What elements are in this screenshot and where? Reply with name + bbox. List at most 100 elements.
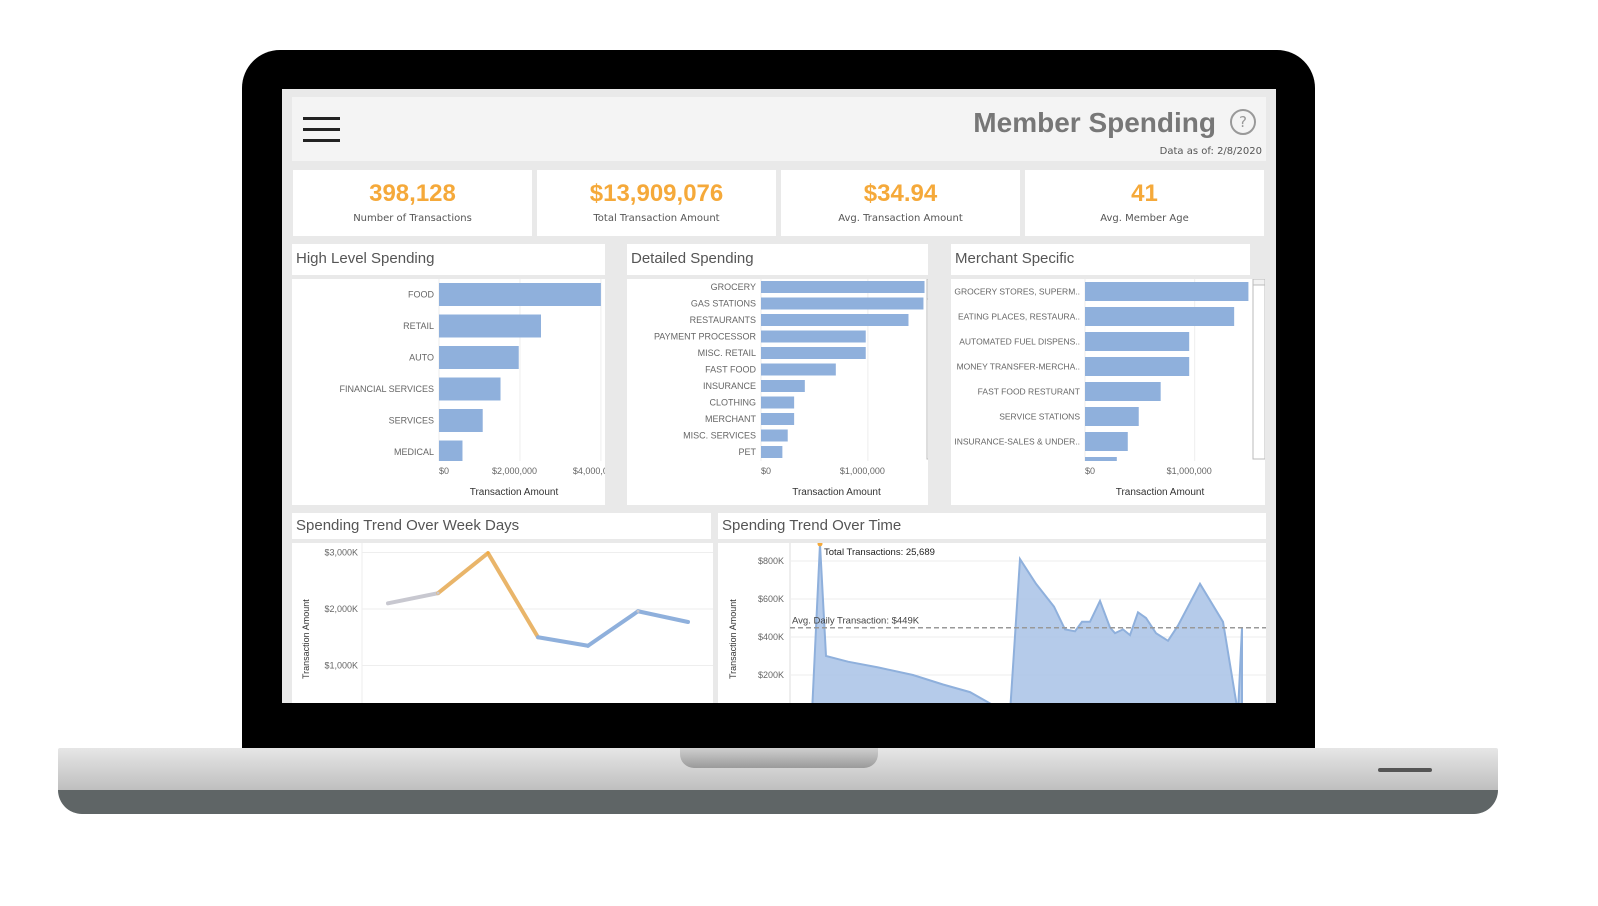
bar-money-transfer-mercha- — [1085, 357, 1190, 376]
category-label: FINANCIAL SERVICES — [339, 384, 434, 394]
category-label: FOOD — [408, 290, 434, 300]
detailed-spending-chart: $0 $1,000,000 GROCERY GAS STATIONS RESTAURAN… — [627, 279, 928, 505]
scrollbar — [926, 279, 928, 460]
data-point — [386, 601, 390, 605]
bar-eating-places-restaura- — [1085, 307, 1235, 326]
merchant-specific-chart: $0 $1,000,000 GROCERY STORES, SUPERM.. EATI… — [951, 279, 1265, 505]
panel-week-header: Spending Trend Over Week Days — [292, 513, 711, 539]
axis-background — [951, 461, 1265, 505]
category-label: PET — [738, 447, 756, 457]
y-tick-label: $2,000K — [324, 604, 358, 614]
y-tick-label: $1,000K — [324, 661, 358, 671]
x-tick-label: $1,000,000 — [840, 466, 885, 476]
bar-gas-stations — [761, 297, 924, 310]
kpi-label: Total Transaction Amount — [593, 213, 720, 224]
panel-title: Spending Trend Over Week Days — [296, 517, 520, 534]
hamburger-icon[interactable] — [303, 117, 340, 143]
kpi-value: 41 — [1131, 180, 1158, 207]
category-label: MERCHANT — [705, 414, 757, 424]
x-tick-label: $0 — [761, 466, 771, 476]
category-label: SERVICES — [389, 416, 434, 426]
x-axis-label: Transaction Amount — [1116, 487, 1205, 498]
category-label: INSURANCE-SALES & UNDER.. — [954, 437, 1080, 447]
bar-merchant — [761, 413, 795, 425]
bar-clothing — [761, 396, 795, 409]
bar-medical — [439, 440, 463, 464]
y-axis-label: Transaction Amount — [728, 599, 738, 679]
bar-misc-retail — [761, 347, 866, 359]
high-level-spending-chart: $0 $2,000,000 $4,000,000 FOOD RETAIL AUTO FINA… — [292, 279, 605, 505]
panel-title: High Level Spending — [296, 250, 435, 267]
header: Member Spending ? Data as of: 2/8/2020 — [292, 97, 1266, 161]
line-segment — [636, 609, 690, 624]
time-chart: $800K $600K $400K $200K Transaction Amount Av… — [718, 543, 1266, 703]
bar-restaurants — [761, 314, 909, 326]
category-label: EATING PLACES, RESTAURA.. — [958, 312, 1080, 322]
category-label: PAYMENT PROCESSOR — [654, 332, 757, 342]
bar-misc-services — [761, 429, 788, 442]
bar-auto — [439, 346, 519, 369]
bar-grocery-stores-superm- — [1085, 282, 1249, 301]
kpi-value: 398,128 — [369, 180, 456, 207]
data-point — [686, 620, 690, 624]
category-label: MONEY TRANSFER-MERCHA.. — [957, 362, 1080, 372]
x-tick-label: $0 — [439, 466, 449, 476]
question-circle-icon[interactable]: ? — [1230, 109, 1256, 135]
line-segment — [386, 591, 440, 606]
category-label: AUTOMATED FUEL DISPENS.. — [959, 337, 1080, 347]
reference-label: Avg. Daily Transaction: $449K — [792, 616, 920, 627]
line-segment — [536, 635, 590, 648]
data-point — [636, 609, 640, 613]
bar-insurance — [761, 380, 805, 392]
annotation-label: Total Transactions: 25,689 — [824, 547, 935, 558]
x-tick-label: $1,000,000 — [1167, 466, 1212, 476]
highlight-point — [817, 543, 823, 547]
dashboard-screen: Member Spending ? Data as of: 2/8/2020 3… — [282, 89, 1276, 703]
week-days-chart: $3,000K $2,000K $1,000K Transaction Amount — [292, 543, 713, 703]
bar-financial-services — [439, 377, 501, 401]
x-tick-label: $4,000,000 — [573, 466, 605, 476]
scrollbar-thumb — [926, 279, 928, 300]
x-axis-label: Transaction Amount — [792, 487, 881, 498]
line-segment — [586, 609, 640, 648]
kpi-total-amount: $13,909,076 Total Transaction Amount — [537, 170, 776, 236]
data-point — [486, 551, 490, 555]
scrollbar — [1252, 279, 1265, 460]
line-segment — [436, 551, 490, 596]
y-tick-label: $200K — [758, 670, 784, 680]
scrollbar-thumb — [1252, 279, 1265, 286]
kpi-label: Avg. Member Age — [1100, 213, 1189, 224]
bar-automated-fuel-dispens- — [1085, 332, 1190, 351]
data-point — [536, 635, 540, 639]
bar-grocery — [761, 281, 925, 293]
kpi-label: Avg. Transaction Amount — [838, 213, 963, 224]
category-label: INSURANCE — [703, 381, 756, 391]
category-label: AUTO — [409, 353, 434, 363]
panel-title: Spending Trend Over Time — [722, 517, 902, 534]
bar-fast-food — [761, 363, 836, 376]
panel-time-header: Spending Trend Over Time — [718, 513, 1266, 539]
panel-detailed-header: Detailed Spending — [627, 244, 928, 275]
x-tick-label: $2,000,000 — [492, 466, 537, 476]
kpi-value: $34.94 — [863, 180, 938, 207]
bar-food — [439, 283, 601, 306]
y-tick-label: $3,000K — [324, 548, 358, 558]
page-title: Member Spending — [973, 107, 1216, 138]
kpi-transactions: 398,128 Number of Transactions — [293, 170, 532, 236]
category-label: RETAIL — [403, 321, 434, 331]
category-label: FAST FOOD RESTURANT — [978, 387, 1080, 397]
kpi-avg-amount: $34.94 Avg. Transaction Amount — [781, 170, 1020, 236]
bar-insurance-sales-under- — [1085, 432, 1128, 451]
bar-pet — [761, 446, 783, 458]
y-tick-label: $600K — [758, 594, 784, 604]
bar-service-stations — [1085, 407, 1139, 426]
y-tick-label: $800K — [758, 556, 784, 566]
category-label: FAST FOOD — [705, 365, 756, 375]
laptop-base-shadow — [58, 790, 1498, 814]
data-as-of: Data as of: 2/8/2020 — [1159, 146, 1262, 157]
panel-title: Merchant Specific — [955, 250, 1075, 267]
category-label: RESTAURANTS — [690, 315, 756, 325]
bar-services — [439, 409, 483, 432]
category-label: GROCERY — [711, 282, 756, 292]
category-label: MEDICAL — [394, 447, 434, 457]
